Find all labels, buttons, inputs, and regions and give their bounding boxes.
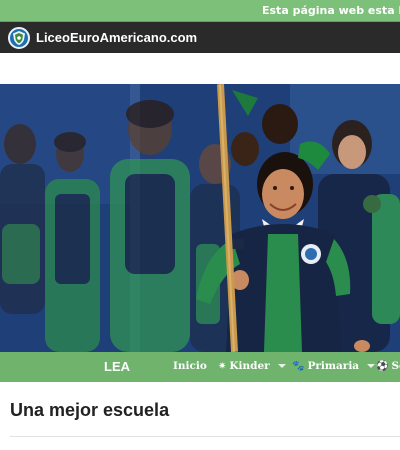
nav-item-primaria-label: Primaria — [307, 360, 360, 372]
paw-icon: 🐾 — [292, 360, 305, 372]
nav-item-inicio-label: Inicio — [173, 360, 207, 372]
nav-item-kinder[interactable]: ✷ Kinder — [218, 360, 286, 372]
sun-icon: ✷ — [218, 360, 227, 372]
header-spacer — [0, 53, 400, 84]
hero-photo — [0, 84, 400, 352]
nav-item-primaria[interactable]: 🐾 Primaria — [292, 360, 376, 372]
school-crest-icon[interactable] — [8, 26, 30, 49]
headline-divider — [10, 436, 400, 437]
nav-item-secundaria[interactable]: ⚽ Se — [376, 360, 400, 372]
navbar-brand-link[interactable]: LEA — [104, 359, 130, 374]
construction-banner-text: Esta página web esta bajo construcción — [262, 4, 400, 17]
nav-item-kinder-label: Kinder — [229, 360, 270, 372]
construction-banner: Esta página web esta bajo construcción — [0, 0, 400, 22]
nav-item-inicio[interactable]: Inicio — [173, 360, 207, 372]
site-header: LiceoEuroAmericano.com — [0, 22, 400, 53]
students-parade-photo — [0, 84, 400, 352]
chevron-down-icon — [277, 364, 286, 368]
soccer-ball-icon: ⚽ — [376, 360, 389, 372]
nav-item-secundaria-label: Se — [391, 360, 400, 372]
main-navbar: LEA Inicio ✷ Kinder 🐾 Primaria ⚽ Se — [0, 352, 400, 382]
page-headline: Una mejor escuela — [10, 400, 170, 420]
site-name-link[interactable]: LiceoEuroAmericano.com — [36, 30, 197, 45]
chevron-down-icon — [367, 364, 376, 368]
